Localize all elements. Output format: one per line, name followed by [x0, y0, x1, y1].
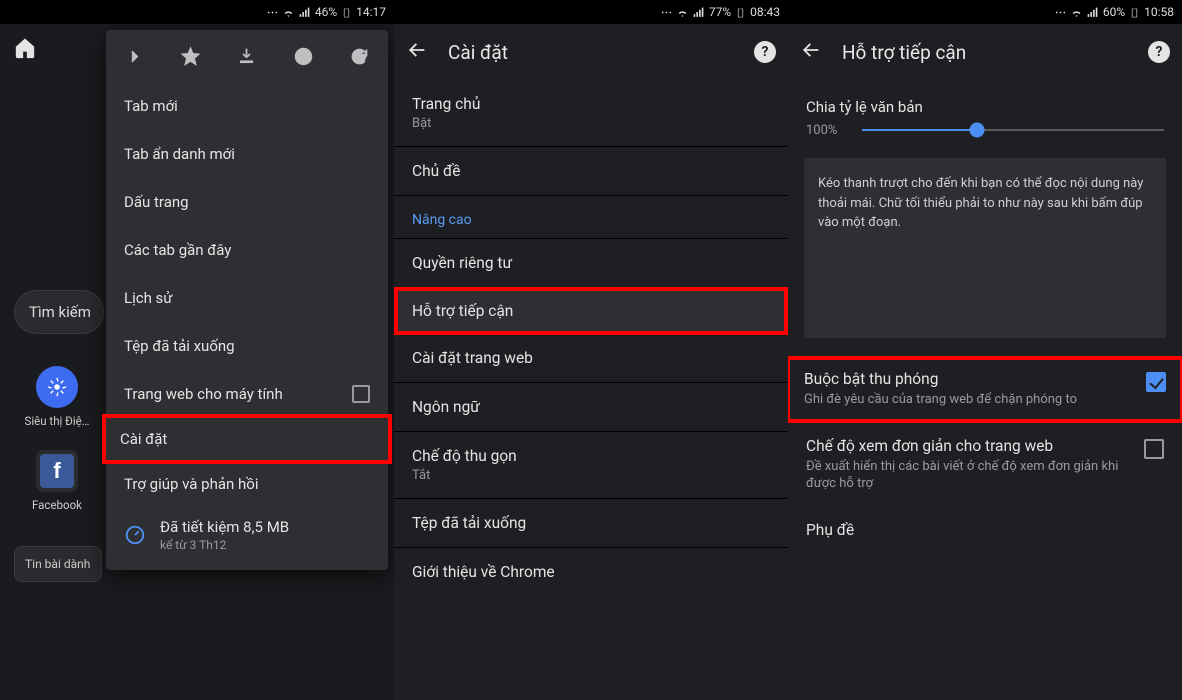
battery-icon	[341, 5, 352, 20]
home-icon[interactable]	[14, 37, 36, 63]
panel-settings: 77% 08:43 Cài đặt ? Trang chủ Bật Chủ đề…	[394, 0, 788, 700]
shortcut-facebook[interactable]: f Facebook	[18, 450, 96, 512]
menu-help-feedback[interactable]: Trợ giúp và phản hồi	[106, 460, 388, 508]
setting-privacy[interactable]: Quyền riêng tư	[394, 239, 788, 288]
page-title: Hỗ trợ tiếp cận	[842, 41, 1128, 64]
refresh-icon[interactable]	[338, 34, 382, 78]
more-icon	[1054, 6, 1067, 19]
text-scale-slider[interactable]	[862, 118, 1164, 142]
status-bar: 46% 14:17	[0, 0, 394, 24]
more-icon	[266, 6, 279, 19]
menu-downloads[interactable]: Tệp đã tải xuống	[106, 322, 388, 370]
panel-chrome-menu: 46% 14:17 Tìm kiếm Siêu thị Điệ… f Faceb…	[0, 0, 394, 700]
menu-data-saved[interactable]: Đã tiết kiệm 8,5 MB kể từ 3 Th12	[106, 508, 388, 564]
status-bar: 77% 08:43	[394, 0, 788, 24]
setting-language[interactable]: Ngôn ngữ	[394, 383, 788, 432]
checkbox-icon[interactable]	[1144, 439, 1164, 459]
page-title: Cài đặt	[448, 41, 734, 64]
clock: 14:17	[356, 5, 386, 19]
shortcut-dienmay[interactable]: Siêu thị Điệ…	[18, 366, 96, 428]
sample-text-box: Kéo thanh trượt cho đến khi bạn có thể đ…	[804, 158, 1166, 338]
clock: 08:43	[750, 5, 780, 19]
battery-icon	[735, 5, 746, 20]
clock: 10:58	[1144, 5, 1174, 19]
help-icon[interactable]: ?	[754, 41, 776, 63]
battery-pct: 46%	[315, 5, 337, 19]
checkbox-icon[interactable]	[352, 385, 370, 403]
section-advanced: Nâng cao	[394, 196, 788, 239]
wifi-icon	[282, 6, 295, 19]
battery-pct: 77%	[709, 5, 731, 19]
star-icon[interactable]	[169, 34, 213, 78]
setting-lite-mode[interactable]: Chế độ thu gọn Tắt	[394, 432, 788, 499]
more-icon	[660, 6, 673, 19]
setting-site-settings[interactable]: Cài đặt trang web	[394, 334, 788, 383]
setting-simplified-view[interactable]: Chế độ xem đơn giản cho trang web Đề xuấ…	[788, 423, 1182, 507]
menu-bookmarks[interactable]: Dấu trang	[106, 178, 388, 226]
back-icon[interactable]	[800, 39, 822, 65]
wifi-icon	[676, 6, 689, 19]
news-chip[interactable]: Tin bài dành	[14, 546, 102, 582]
battery-pct: 60%	[1103, 5, 1125, 19]
back-icon[interactable]	[406, 39, 428, 65]
menu-desktop-site[interactable]: Trang web cho máy tính	[106, 370, 388, 418]
menu-settings[interactable]: Cài đặt	[102, 414, 392, 464]
setting-about-chrome[interactable]: Giới thiệu về Chrome	[394, 548, 788, 596]
checkbox-icon[interactable]	[1146, 372, 1166, 392]
help-icon[interactable]: ?	[1148, 41, 1170, 63]
app-bar: Hỗ trợ tiếp cận ?	[788, 24, 1182, 80]
menu-history[interactable]: Lịch sử	[106, 274, 388, 322]
menu-incognito-tab[interactable]: Tab ẩn danh mới	[106, 130, 388, 178]
setting-downloads[interactable]: Tệp đã tải xuống	[394, 499, 788, 548]
setting-captions[interactable]: Phụ đề	[788, 507, 1182, 553]
setting-homepage[interactable]: Trang chủ Bật	[394, 80, 788, 147]
download-icon[interactable]	[225, 34, 269, 78]
status-bar: 60% 10:58	[788, 0, 1182, 24]
panel-accessibility: 60% 10:58 Hỗ trợ tiếp cận ? Chia tỷ lệ v…	[788, 0, 1182, 700]
signal-icon	[692, 6, 705, 19]
menu-new-tab[interactable]: Tab mới	[106, 82, 388, 130]
forward-icon[interactable]	[112, 34, 156, 78]
app-bar: Cài đặt ?	[394, 24, 788, 80]
menu-recent-tabs[interactable]: Các tab gần đây	[106, 226, 388, 274]
battery-icon	[1129, 5, 1140, 20]
overflow-menu: Tab mới Tab ẩn danh mới Dấu trang Các ta…	[106, 30, 388, 570]
setting-force-zoom[interactable]: Buộc bật thu phóng Ghi đè yêu cầu của tr…	[788, 356, 1182, 423]
setting-theme[interactable]: Chủ đề	[394, 147, 788, 196]
scale-value: 100%	[806, 123, 850, 138]
wifi-icon	[1070, 6, 1083, 19]
signal-icon	[298, 6, 311, 19]
info-icon[interactable]	[281, 34, 325, 78]
search-chip[interactable]: Tìm kiếm	[14, 290, 104, 334]
gauge-icon	[124, 524, 146, 546]
text-scaling: Chia tỷ lệ văn bản 100%	[788, 84, 1182, 148]
setting-accessibility[interactable]: Hỗ trợ tiếp cận	[394, 287, 788, 335]
signal-icon	[1086, 6, 1099, 19]
